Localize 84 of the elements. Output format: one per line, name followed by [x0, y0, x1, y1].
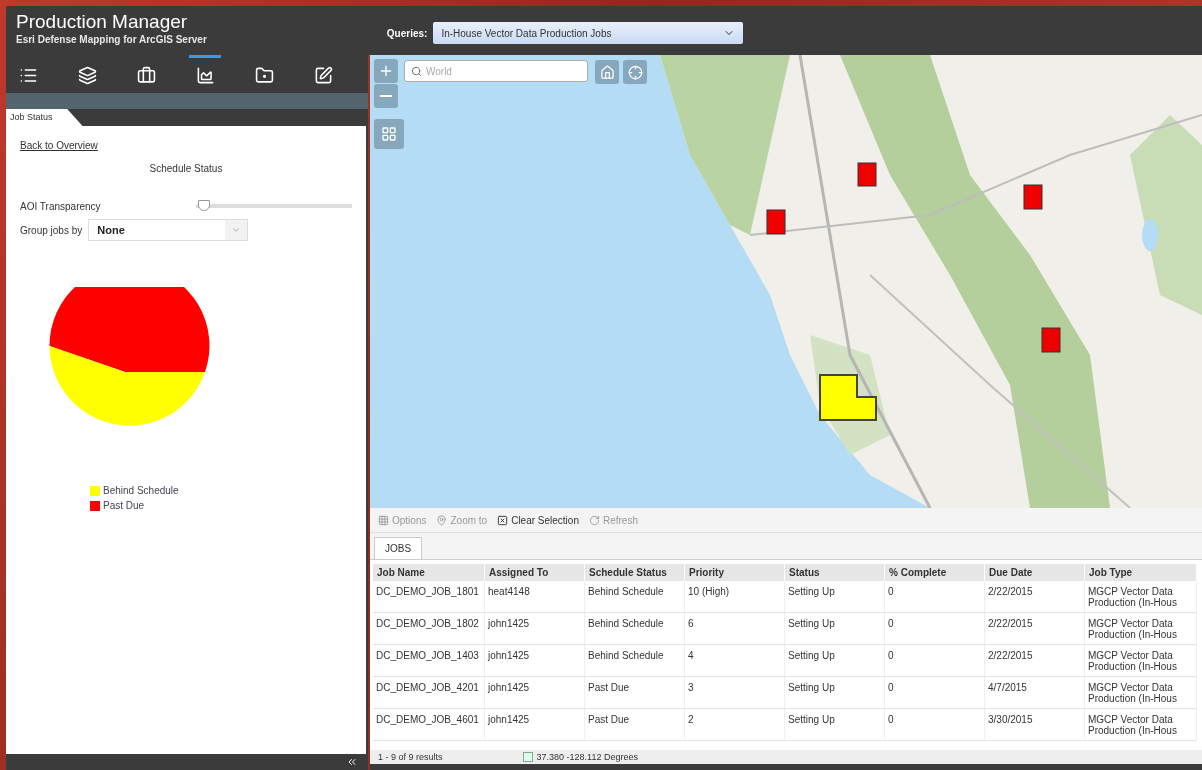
table-cell: 0	[885, 613, 985, 645]
column-header[interactable]: Status	[785, 564, 885, 581]
section-title: Schedule Status	[148, 163, 224, 174]
column-header[interactable]: Due Date	[985, 564, 1085, 581]
grid-icon	[381, 126, 397, 142]
table-cell: heat4148	[485, 581, 585, 613]
table-cell: 2	[685, 709, 785, 741]
slider-thumb[interactable]	[197, 200, 210, 211]
table-cell: 0	[885, 645, 985, 677]
minus-icon	[380, 95, 392, 97]
table-cell: 2/22/2015	[985, 645, 1085, 677]
clear-button[interactable]: Clear Selection	[497, 514, 579, 526]
table-cell: DC_DEMO_JOB_4601	[373, 709, 485, 741]
app-title: Production Manager	[16, 12, 189, 32]
table-cell: MGCP Vector Data Production (In-Hous	[1085, 677, 1197, 709]
notes-icon	[313, 66, 333, 85]
table-cell: DC_DEMO_JOB_4201	[373, 677, 485, 709]
jobs-tab[interactable]: JOBS	[374, 537, 423, 559]
table-cell: john1425	[485, 677, 585, 709]
table-cell: john1425	[485, 709, 585, 741]
table-cell: Setting Up	[785, 645, 885, 677]
table-cell: Behind Schedule	[585, 645, 685, 677]
table-cell: 4/7/2015	[985, 677, 1085, 709]
table-cell: john1425	[485, 645, 585, 677]
table-cell: 0	[885, 677, 985, 709]
crosshair-icon	[627, 64, 643, 80]
table-cell: Behind Schedule	[585, 581, 685, 613]
back-link[interactable]: Back to Overview	[20, 140, 98, 151]
home-icon	[599, 64, 615, 80]
table-cell: MGCP Vector Data Production (In-Hous	[1085, 613, 1197, 645]
column-header[interactable]: Assigned To	[485, 564, 585, 581]
search-icon	[411, 65, 422, 77]
coordinates-readout: 37.380 -128.112 Degrees	[536, 752, 638, 762]
app-subtitle: Esri Defense Mapping for ArcGIS Server	[16, 34, 207, 45]
zoom-icon	[436, 514, 448, 526]
slider-label: AOI Transparency	[20, 201, 101, 212]
options-icon	[378, 514, 389, 526]
panel-tab[interactable]: Job Status	[6, 109, 83, 126]
table-cell: Past Due	[585, 677, 685, 709]
table-cell: MGCP Vector Data Production (In-Hous	[1085, 709, 1197, 741]
table-cell: 3	[685, 677, 785, 709]
table-cell: DC_DEMO_JOB_1403	[373, 645, 485, 677]
plus-icon	[378, 63, 394, 79]
list-icon	[18, 66, 38, 85]
group-label: Group jobs by	[20, 224, 83, 236]
table-cell: MGCP Vector Data Production (In-Hous	[1085, 581, 1197, 613]
table-cell: 6	[685, 613, 785, 645]
collapse-icon[interactable]	[346, 756, 358, 768]
table-cell: DC_DEMO_JOB_1802	[373, 613, 485, 645]
table-cell: Behind Schedule	[585, 613, 685, 645]
legend-label: Past Due	[103, 500, 145, 511]
table-cell: DC_DEMO_JOB_1801	[373, 581, 485, 613]
chart-icon	[195, 66, 215, 85]
group-dropdown[interactable]: None	[88, 219, 249, 241]
table-cell: Setting Up	[785, 677, 885, 709]
table-cell: 3/30/2015	[985, 709, 1085, 741]
table-cell: Setting Up	[785, 581, 885, 613]
coordinates-icon	[522, 752, 533, 762]
table-cell: Setting Up	[785, 613, 885, 645]
column-header[interactable]: Schedule Status	[585, 564, 685, 581]
caret-icon	[231, 225, 242, 235]
column-header[interactable]: Job Name	[373, 564, 485, 581]
table-cell: 2/22/2015	[985, 613, 1085, 645]
table-cell: Setting Up	[785, 709, 885, 741]
folder-icon	[254, 66, 274, 85]
table-cell: john1425	[485, 613, 585, 645]
queries-label: Queries:	[386, 27, 428, 39]
table-cell: MGCP Vector Data Production (In-Hous	[1085, 645, 1197, 677]
results-count: 1 - 9 of 9 results	[378, 752, 443, 762]
refresh-icon	[588, 514, 600, 526]
column-header[interactable]: % Complete	[885, 564, 985, 581]
table-cell: Past Due	[585, 709, 685, 741]
table-cell: 0	[885, 581, 985, 613]
legend-label: Behind Schedule	[103, 485, 179, 496]
column-header[interactable]: Priority	[685, 564, 785, 581]
table-cell: 4	[685, 645, 785, 677]
table-cell: 0	[885, 709, 985, 741]
layers-icon	[77, 66, 97, 85]
table-cell: 2/22/2015	[985, 581, 1085, 613]
clear-icon	[497, 514, 509, 526]
column-header[interactable]: Job Type	[1085, 564, 1197, 581]
query-dropdown[interactable]: In-House Vector Data Production Jobs	[433, 22, 744, 44]
table-cell: 10 (High)	[685, 581, 785, 613]
briefcase-icon	[136, 66, 156, 85]
